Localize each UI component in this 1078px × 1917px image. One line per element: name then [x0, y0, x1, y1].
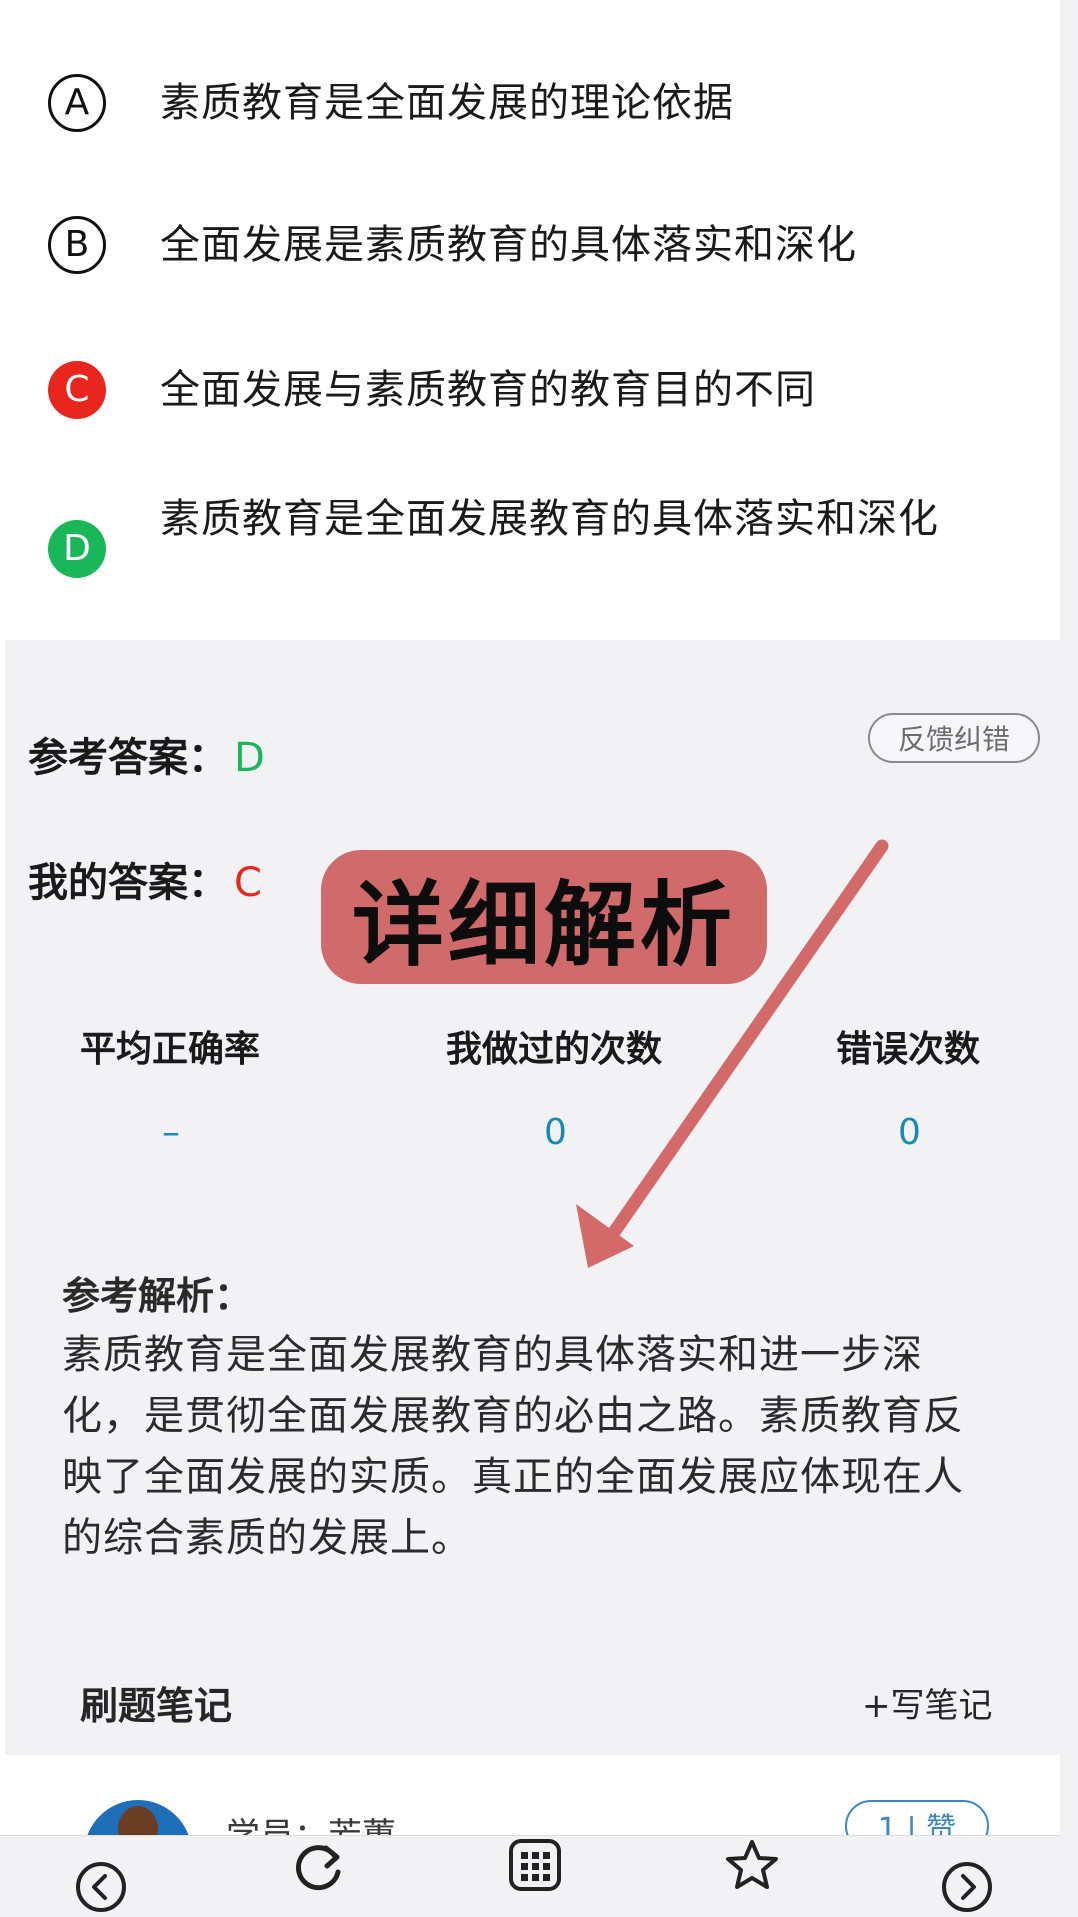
grid-icon[interactable] [508, 1838, 562, 1892]
redo-icon[interactable] [290, 1838, 346, 1894]
question-page: A 素质教育是全面发展的理论依据 B 全面发展是素质教育的具体落实和深化 C 全… [0, 0, 1078, 1917]
bottom-toolbar [0, 1835, 1060, 1917]
star-icon[interactable] [724, 1838, 780, 1894]
prev-icon[interactable] [74, 1860, 128, 1914]
detailed-analysis-overlay: 详细解析 [321, 850, 767, 984]
next-icon[interactable] [940, 1860, 994, 1914]
